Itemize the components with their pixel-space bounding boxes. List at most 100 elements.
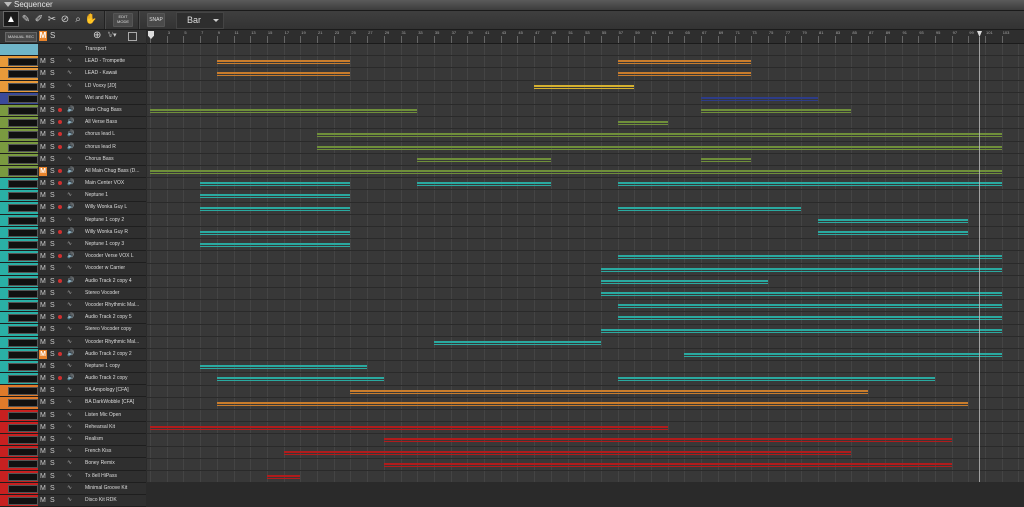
track-row[interactable]: M S 🔊 Main Center VOX [0,178,146,191]
track-mute-button[interactable]: M [40,263,46,274]
track-solo-button[interactable]: S [50,324,55,335]
automation-icon[interactable]: ∿ [67,471,72,482]
track-row[interactable]: M S ∿ Rehearsal Kit [0,421,146,434]
automation-icon[interactable]: ∿ [67,324,72,335]
track-solo-button[interactable]: S [50,276,55,287]
track-row[interactable]: M S 🔊 Audio Track 2 copy 2 [0,348,146,361]
automation-icon[interactable]: ∿ [67,337,72,348]
clip[interactable] [617,60,752,62]
record-enable-icon[interactable] [58,205,62,210]
track-row[interactable]: M S ∿ Vocoder Rhythmic Mal... [0,336,146,349]
clip[interactable] [216,377,384,379]
track-mute-button[interactable]: M [40,458,46,469]
track-solo-button[interactable]: S [50,495,55,506]
collapse-caret-icon[interactable] [4,2,12,7]
automation-icon[interactable]: ∿ [67,68,72,79]
track-solo-button[interactable]: S [50,202,55,213]
track-mute-button[interactable]: M [40,324,46,335]
track-mute-button[interactable]: M [40,385,46,396]
track-solo-button[interactable]: S [50,215,55,226]
clip[interactable] [200,182,351,184]
track-solo-button[interactable]: S [50,68,55,79]
automation-icon[interactable]: ∿ [67,385,72,396]
track-row[interactable]: M S 🔊 All Verse Bass [0,117,146,130]
hand-tool-icon[interactable]: ✋ [84,12,98,26]
track-mute-button[interactable]: M [40,154,46,165]
speaker-icon[interactable]: 🔊 [67,105,74,116]
track-mute-button[interactable]: M [40,422,46,433]
track-row[interactable]: M S 🔊 Audio Track 2 copy [0,373,146,386]
speaker-icon[interactable]: 🔊 [67,373,74,384]
track-row[interactable]: M S 🔊 Willy Wonka Guy L [0,202,146,215]
track-mute-button[interactable]: M [40,446,46,457]
clip[interactable] [617,121,668,123]
select-tool-icon[interactable]: ▲ [3,11,19,27]
speaker-icon[interactable]: 🔊 [67,142,74,153]
track-row[interactable]: M S ∿ BA Ampology [CFA] [0,385,146,398]
track-mute-button[interactable]: M [40,410,46,421]
track-solo-button[interactable]: S [50,349,55,360]
track-solo-button[interactable]: S [50,129,55,140]
record-enable-icon[interactable] [58,107,62,112]
clip[interactable] [350,389,869,391]
track-solo-button[interactable]: S [50,458,55,469]
clip[interactable] [200,365,368,367]
clip[interactable] [684,353,1002,354]
track-mute-button[interactable]: M [40,397,46,408]
track-mute-button[interactable]: M [40,373,46,384]
track-solo-button[interactable]: S [50,397,55,408]
clip[interactable] [617,377,935,379]
clip[interactable] [150,426,668,428]
clip[interactable] [617,255,1002,257]
track-solo-button[interactable]: S [50,446,55,457]
track-solo-button[interactable]: S [50,190,55,201]
clip[interactable] [701,96,818,98]
grid-view-icon[interactable] [128,32,137,41]
track-solo-button[interactable]: S [50,105,55,116]
snap-value-dropdown[interactable]: Bar [176,12,224,29]
track-row[interactable]: M S ∿ Neptune 1 copy 2 [0,214,146,227]
track-solo-button[interactable]: S [50,288,55,299]
record-enable-icon[interactable] [58,229,62,234]
track-solo-button[interactable]: S [50,434,55,445]
track-solo-button[interactable]: S [50,81,55,92]
clip[interactable] [534,84,635,86]
speaker-icon[interactable]: 🔊 [67,117,74,128]
record-enable-icon[interactable] [58,376,62,381]
record-enable-icon[interactable] [58,168,62,173]
track-solo-button[interactable]: S [50,251,55,262]
clip[interactable] [200,231,351,232]
automation-icon[interactable]: ∿ [67,397,72,408]
track-row[interactable]: M S ∿ Listen Mic Open [0,409,146,422]
automation-icon[interactable]: ∿ [67,239,72,250]
track-mute-button[interactable]: M [40,215,46,226]
automation-icon[interactable]: ∿ [67,56,72,67]
mute-tool-icon[interactable]: ⊘ [58,12,72,26]
track-solo-button[interactable]: S [50,410,55,421]
track-mute-button[interactable]: M [40,361,46,372]
track-solo-button[interactable]: S [50,117,55,128]
clip[interactable] [617,316,1002,318]
track-mute-button[interactable]: M [40,337,46,348]
track-row[interactable]: M S ∿ Neptune 1 copy [0,360,146,374]
eraser-tool-icon[interactable]: ✐ [32,12,46,26]
track-row[interactable]: M S 🔊 All Main Chug Bass (D... [0,165,146,179]
track-mute-button[interactable]: M [40,251,46,262]
track-solo-button[interactable]: S [50,56,55,67]
track-solo-button[interactable]: S [50,166,55,177]
track-row[interactable]: M S ∿ Chorus Bass [0,153,146,166]
speaker-icon[interactable]: 🔊 [67,129,74,140]
track-row[interactable]: M S ∿ Vocoder Rhythmic Mal... [0,299,146,313]
track-row[interactable]: M S ∿ Neptune 1 [0,190,146,203]
track-solo-button[interactable]: S [50,263,55,274]
clip[interactable] [617,182,1002,184]
automation-icon[interactable]: ∿ [67,263,72,274]
record-enable-icon[interactable] [58,144,62,149]
speaker-icon[interactable]: 🔊 [67,166,74,177]
track-solo-button[interactable]: S [50,300,55,311]
track-mute-button[interactable]: M [40,129,46,140]
track-mute-button[interactable]: M [40,434,46,445]
clip[interactable] [200,194,351,196]
clip[interactable] [383,438,952,440]
track-mute-button[interactable]: M [40,312,46,323]
